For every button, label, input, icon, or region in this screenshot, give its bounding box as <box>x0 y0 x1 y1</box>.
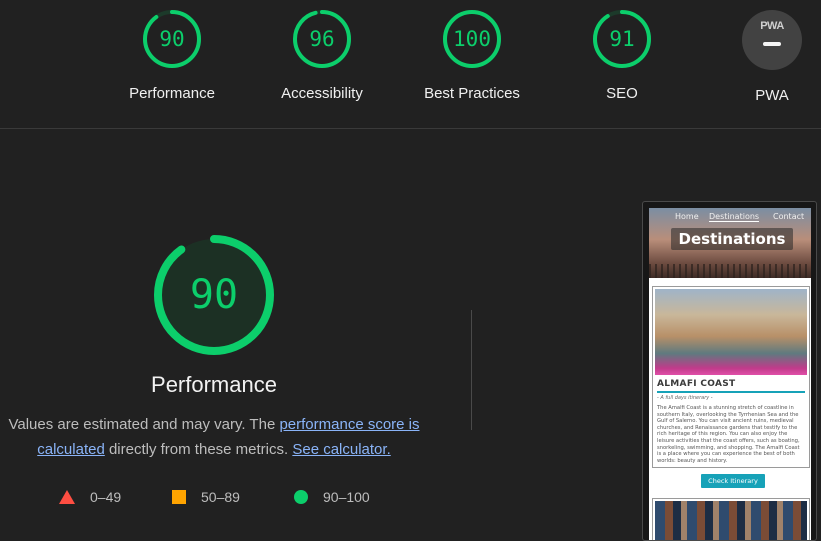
gauge-score: 100 <box>453 27 491 51</box>
legend-average: 50–89 <box>172 488 240 506</box>
nav-destinations: Destinations <box>709 212 760 222</box>
card-body: The Amalfi Coast is a stunning stretch o… <box>657 405 800 464</box>
gauge-label: Performance <box>129 85 215 102</box>
nav-contact: Contact <box>773 212 805 221</box>
pwa-label: PWA <box>755 87 789 104</box>
gauge-score: 90 <box>159 27 185 51</box>
gauge-score: 96 <box>309 27 335 51</box>
gauge-label: Accessibility <box>281 85 363 102</box>
see-calculator-link[interactable]: See calculator. <box>292 441 390 458</box>
legend-pass: 90–100 <box>294 488 370 506</box>
hero-image: Home Destinations Contact Destinations <box>649 208 811 278</box>
divider <box>471 310 472 430</box>
pwa-badge-text: PWA <box>760 20 784 32</box>
legend-range: 90–100 <box>323 489 370 505</box>
description-text: Values are estimated and may vary. The <box>8 416 280 433</box>
card-subtitle: - A full days itinerary - <box>657 395 713 401</box>
gauge-seo[interactable]: 91 SEO <box>562 8 682 102</box>
gauge-accessibility[interactable]: 96 Accessibility <box>262 8 382 102</box>
final-screenshot[interactable]: Home Destinations Contact Destinations A… <box>642 201 817 541</box>
card-rule <box>657 391 805 393</box>
gauge-label: SEO <box>606 85 638 102</box>
card-image <box>655 501 807 540</box>
gauge-label: Best Practices <box>424 85 520 102</box>
destination-card <box>652 498 810 540</box>
triangle-icon <box>59 490 75 504</box>
gauge-score: 91 <box>609 27 635 51</box>
destination-card: ALMAFI COAST - A full days itinerary - T… <box>652 286 810 488</box>
hero-railing <box>649 264 811 278</box>
hero-title: Destinations <box>671 228 793 250</box>
gauge-best-practices[interactable]: 100 Best Practices <box>412 8 532 102</box>
square-icon <box>172 490 186 504</box>
main-category-title: Performance <box>151 372 277 397</box>
card-button: Check Itinerary <box>701 474 765 488</box>
circle-icon <box>294 490 308 504</box>
gauge-performance[interactable]: 90 Performance <box>112 8 232 102</box>
screenshot-page: Home Destinations Contact Destinations A… <box>649 208 811 540</box>
pwa-badge[interactable]: PWA <box>742 10 802 70</box>
card-title: ALMAFI COAST <box>657 379 736 389</box>
main-score: 90 <box>189 272 239 318</box>
score-description: Values are estimated and may vary. The p… <box>0 412 428 462</box>
description-text: directly from these metrics. <box>104 441 293 458</box>
legend-range: 50–89 <box>201 489 240 505</box>
nav-home: Home <box>675 212 699 221</box>
category-scores-bar: 90 Performance 96 Accessibility 100 Best… <box>0 0 821 129</box>
legend-fail: 0–49 <box>59 488 121 506</box>
legend-range: 0–49 <box>90 489 122 505</box>
card-image <box>655 289 807 375</box>
dash-icon <box>763 42 781 46</box>
